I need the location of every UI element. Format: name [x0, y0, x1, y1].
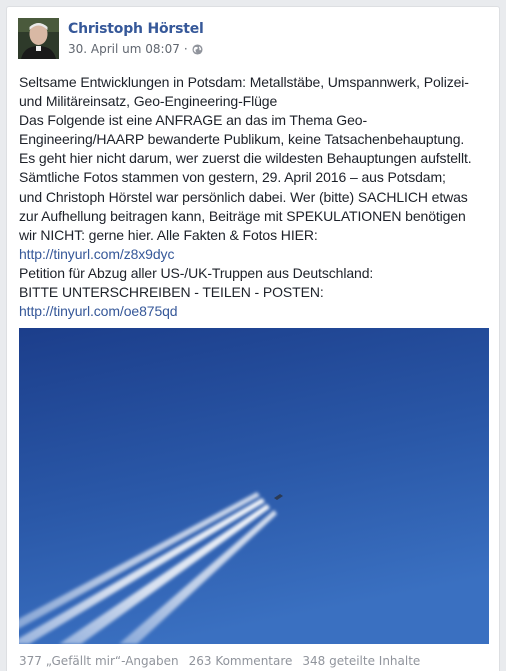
post-text-line: Seltsame Entwicklungen in Potsdam: Metal… — [19, 74, 469, 90]
engagement-stats: 377 „Gefällt mir“-Angaben 263 Kommentare… — [19, 654, 420, 668]
post-card: Christoph Hörstel 30. April um 08:07 · S… — [6, 6, 500, 671]
facts-link[interactable]: http://tinyurl.com/z8x9dyc — [19, 246, 174, 262]
post-meta: 30. April um 08:07 · — [68, 42, 203, 56]
author-name-link[interactable]: Christoph Hörstel — [68, 21, 204, 37]
post-photo-contrails[interactable] — [19, 328, 489, 644]
post-text-line: Petition für Abzug aller US-/UK-Truppen … — [19, 264, 374, 281]
comments-count[interactable]: 263 Kommentare — [189, 654, 293, 668]
post-text-line: und Militäreinsatz, Geo-Engineering-Flüg… — [19, 93, 278, 110]
meta-separator: · — [183, 42, 188, 56]
author-avatar[interactable] — [18, 18, 59, 59]
petition-link[interactable]: http://tinyurl.com/oe875qd — [19, 303, 178, 319]
post-text-line: und Christoph Hörstel war persönlich dab… — [19, 188, 468, 205]
post-text-line: Sämtliche Fotos stammen von gestern, 29.… — [19, 169, 446, 186]
post-text-line: BITTE UNTERSCHREIBEN - TEILEN - POSTEN: — [19, 284, 324, 301]
post-text-line: zur Aufhellung beitragen kann, Beiträge … — [19, 207, 466, 224]
post-text-line: Das Folgende ist eine ANFRAGE an das im … — [19, 112, 368, 129]
shares-count[interactable]: 348 geteilte Inhalte — [302, 654, 420, 668]
post-timestamp[interactable]: 30. April um 08:07 — [68, 42, 180, 56]
post-text-line: wir NICHT: gerne hier. Alle Fakten & Fot… — [19, 226, 318, 243]
likes-count[interactable]: 377 „Gefällt mir“-Angaben — [19, 654, 179, 668]
post-body: Seltsame Entwicklungen in Potsdam: Metal… — [19, 73, 495, 321]
post-text-line: Es geht hier nicht darum, wer zuerst die… — [19, 150, 472, 167]
post-text-line: Engineering/HAARP bewanderte Publikum, k… — [19, 131, 465, 148]
globe-icon[interactable] — [192, 43, 203, 55]
